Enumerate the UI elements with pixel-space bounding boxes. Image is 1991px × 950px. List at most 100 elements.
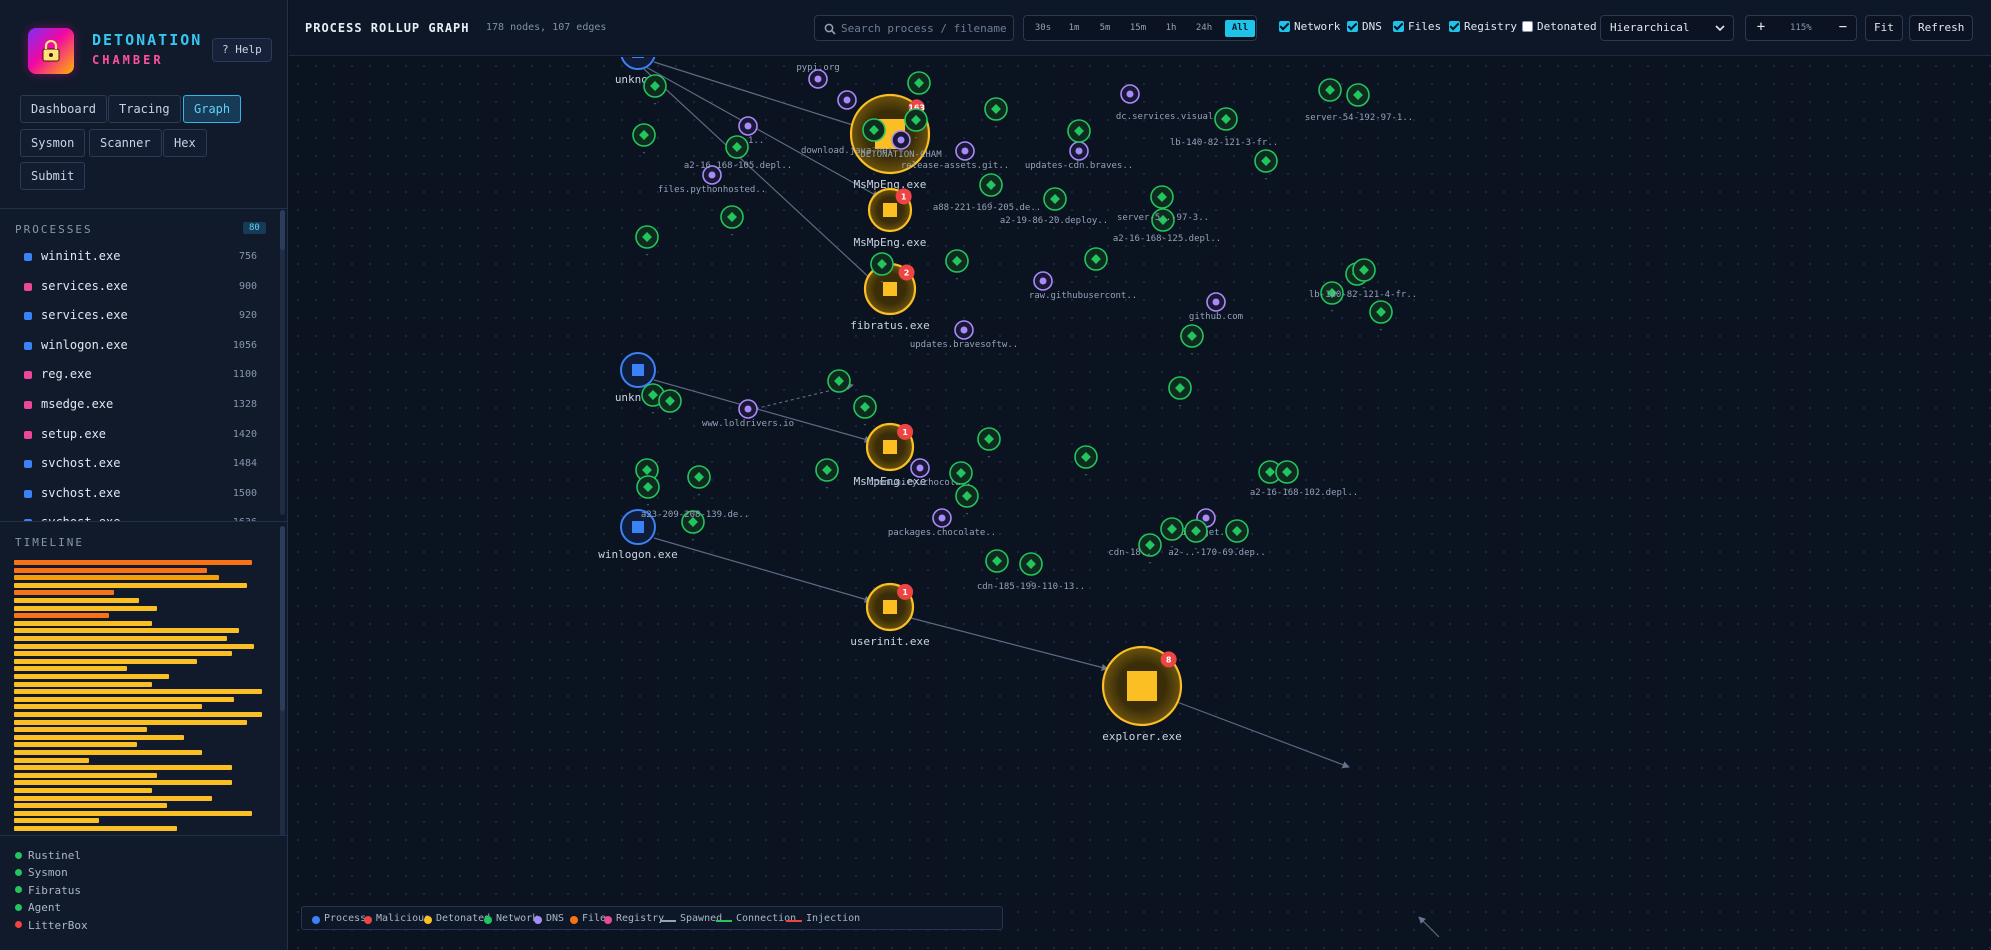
timeline-bar[interactable] bbox=[14, 788, 152, 793]
timeline-bar[interactable] bbox=[14, 681, 152, 687]
dns-node[interactable]: github.com bbox=[1189, 292, 1243, 322]
timeline-bar[interactable] bbox=[14, 620, 152, 626]
time-range-24h[interactable]: 24h bbox=[1191, 20, 1217, 37]
network-node[interactable]: - bbox=[985, 549, 1009, 584]
timeline-bar[interactable] bbox=[14, 757, 89, 763]
network-node[interactable]: - bbox=[977, 427, 1001, 462]
process-list-item[interactable]: reg.exe 1100 bbox=[0, 361, 276, 391]
network-node[interactable]: - bbox=[1369, 300, 1393, 335]
nav-tracing[interactable]: Tracing bbox=[108, 95, 181, 123]
network-node[interactable]: - bbox=[636, 475, 660, 510]
timeline-bar[interactable] bbox=[14, 674, 169, 679]
network-node[interactable]: - bbox=[827, 369, 851, 404]
timeline-bar[interactable] bbox=[14, 750, 202, 755]
timeline-bar[interactable] bbox=[14, 818, 99, 824]
search-box[interactable] bbox=[814, 15, 1014, 41]
process-list-item[interactable]: svchost.exe 1500 bbox=[0, 480, 276, 510]
network-node[interactable]: - bbox=[1214, 107, 1238, 142]
detonated-process-node[interactable]: MsMpEng.exe 1 bbox=[854, 187, 927, 249]
graph-svg[interactable]: unknownunknownwinlogon.exeMsMpEng.exe163… bbox=[289, 57, 1991, 950]
dns-node[interactable]: packages.chocolate.. bbox=[888, 508, 996, 538]
network-node[interactable]: - bbox=[984, 97, 1008, 132]
zoom-in-button[interactable]: + bbox=[1754, 19, 1768, 35]
timeline-bar[interactable] bbox=[14, 636, 227, 641]
network-node[interactable]: - bbox=[1074, 445, 1098, 480]
timeline-bar[interactable] bbox=[14, 780, 232, 786]
timeline-bar[interactable] bbox=[14, 689, 262, 695]
process-scrollbar[interactable] bbox=[280, 210, 285, 515]
timeline-bar[interactable] bbox=[14, 582, 247, 588]
graph-canvas[interactable]: unknown unknown winlogon.exe MsMpEng.exe 163… bbox=[289, 57, 1991, 950]
nav-submit[interactable]: Submit bbox=[20, 162, 86, 190]
timeline-scrollbar[interactable] bbox=[280, 526, 285, 836]
nav-dashboard[interactable]: Dashboard bbox=[20, 95, 108, 123]
process-list-item[interactable]: msedge.exe 1328 bbox=[0, 391, 276, 421]
timeline-bar[interactable] bbox=[14, 765, 232, 771]
layout-select[interactable]: Hierarchical bbox=[1600, 15, 1734, 41]
time-range-5m[interactable]: 5m bbox=[1094, 20, 1116, 37]
detonated-process-node[interactable]: explorer.exe 8 bbox=[1101, 645, 1183, 743]
process-list-item[interactable]: setup.exe 1420 bbox=[0, 421, 276, 451]
network-node[interactable]: - bbox=[1084, 247, 1108, 282]
detonated-process-node[interactable]: fibratus.exe 2 bbox=[850, 262, 930, 332]
timeline-bar[interactable] bbox=[14, 810, 252, 816]
network-node[interactable]: - bbox=[658, 389, 682, 424]
time-range-All[interactable]: All bbox=[1225, 20, 1255, 37]
nav-sysmon[interactable]: Sysmon bbox=[20, 129, 86, 157]
timeline-bar[interactable] bbox=[14, 628, 239, 634]
timeline-bar[interactable] bbox=[14, 719, 247, 725]
process-list-item[interactable]: winlogon.exe 1056 bbox=[0, 332, 276, 362]
process-list-item[interactable]: services.exe 900 bbox=[0, 273, 276, 303]
timeline-bar[interactable] bbox=[14, 666, 127, 672]
time-range-15m[interactable]: 15m bbox=[1125, 20, 1151, 37]
network-node[interactable]: - bbox=[632, 123, 656, 158]
filter-checkbox-network[interactable] bbox=[1279, 21, 1290, 32]
network-node[interactable]: - bbox=[815, 458, 839, 493]
timeline-bar[interactable] bbox=[14, 658, 197, 664]
process-list-item[interactable]: wininit.exe 756 bbox=[0, 243, 276, 273]
timeline-bar[interactable] bbox=[14, 826, 177, 831]
timeline-bar[interactable] bbox=[14, 560, 252, 565]
timeline-bar[interactable] bbox=[14, 598, 139, 603]
timeline-scroll-thumb[interactable] bbox=[280, 526, 285, 711]
process-list-item[interactable]: services.exe 920 bbox=[0, 302, 276, 332]
network-node[interactable]: - bbox=[635, 225, 659, 260]
filter-checkbox-detonated[interactable] bbox=[1522, 21, 1533, 32]
timeline-bar[interactable] bbox=[14, 696, 234, 702]
time-range-30s[interactable]: 30s bbox=[1029, 20, 1057, 37]
network-node[interactable]: - bbox=[955, 484, 979, 519]
process-scroll-thumb[interactable] bbox=[280, 210, 285, 250]
network-node[interactable]: - bbox=[1180, 324, 1204, 359]
dns-node[interactable]: dc.services.visual.. bbox=[1116, 84, 1224, 122]
timeline-bar[interactable] bbox=[14, 651, 232, 657]
filter-checkbox-files[interactable] bbox=[1393, 21, 1404, 32]
timeline-bar[interactable] bbox=[14, 795, 212, 801]
timeline-bar[interactable] bbox=[14, 605, 157, 611]
network-node[interactable]: - bbox=[1168, 376, 1192, 411]
dns-node[interactable]: pypi.org bbox=[796, 63, 840, 89]
help-button[interactable]: ? Help bbox=[212, 38, 272, 62]
timeline-bar[interactable] bbox=[14, 712, 262, 717]
nav-graph[interactable]: Graph bbox=[183, 95, 242, 123]
timeline-bar[interactable] bbox=[14, 742, 137, 748]
timeline-bar[interactable] bbox=[14, 590, 114, 596]
network-node[interactable]: - bbox=[720, 205, 744, 240]
timeline-bar[interactable] bbox=[14, 643, 254, 649]
network-node[interactable]: - bbox=[687, 465, 711, 500]
network-node[interactable]: - bbox=[945, 249, 969, 284]
detonated-process-node[interactable]: userinit.exe 1 bbox=[850, 582, 930, 648]
timeline-bar[interactable] bbox=[14, 734, 184, 740]
filter-checkbox-dns[interactable] bbox=[1347, 21, 1358, 32]
dns-node[interactable]: raw.githubusercont.. bbox=[1029, 271, 1137, 301]
timeline-bar[interactable] bbox=[14, 704, 202, 710]
fit-button[interactable]: Fit bbox=[1865, 15, 1903, 41]
network-node[interactable]: - bbox=[643, 74, 667, 109]
nav-hex[interactable]: Hex bbox=[163, 129, 207, 157]
timeline-bar[interactable] bbox=[14, 575, 219, 581]
time-range-1m[interactable]: 1m bbox=[1063, 20, 1085, 37]
timeline-bar[interactable] bbox=[14, 567, 207, 573]
dns-node[interactable]: www.loldrivers.io bbox=[702, 399, 794, 429]
network-node[interactable]: - bbox=[853, 395, 877, 430]
nav-scanner[interactable]: Scanner bbox=[89, 129, 162, 157]
process-list-item[interactable]: svchost.exe 1484 bbox=[0, 450, 276, 480]
